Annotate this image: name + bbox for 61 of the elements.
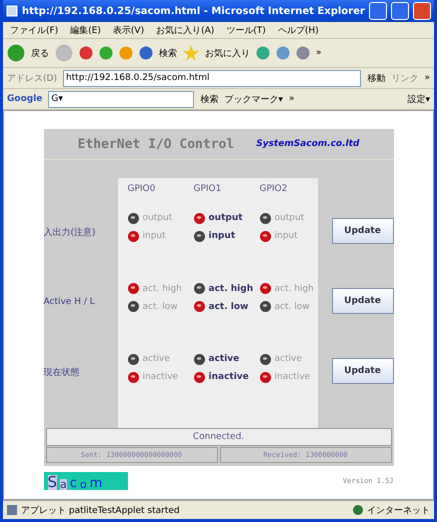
bookmarks-button[interactable]: ブックマーク▾	[224, 92, 283, 106]
google-logo: Google	[7, 94, 42, 104]
option-label: active	[208, 354, 240, 364]
option-label: input	[274, 231, 298, 241]
option-label: act. high	[208, 284, 254, 294]
more-button[interactable]: »	[288, 94, 294, 104]
option-label: input	[142, 231, 166, 241]
option-label: inactive	[142, 372, 178, 382]
row-label: Active H / L	[44, 296, 96, 309]
row-label: 入出力(注意)	[44, 226, 97, 240]
option-label: act. high	[274, 284, 314, 294]
minimize-button[interactable]	[369, 2, 387, 20]
window-title: http://192.168.0.25/sacom.html - Microsoft Internet Explorer	[22, 6, 365, 16]
connection-status: Connected.	[46, 428, 392, 446]
back-button[interactable]: 戻る	[31, 46, 49, 60]
update-button[interactable]: Update	[332, 218, 394, 244]
option-label: inactive	[208, 372, 249, 382]
go-button[interactable]: 移動	[367, 72, 386, 84]
option-label: active	[142, 354, 170, 364]
menu-item[interactable]: ファイル(F)	[7, 24, 62, 36]
column-header: GPIO2	[260, 183, 288, 196]
menu-item[interactable]: お気に入り(A)	[153, 24, 218, 36]
search-button[interactable]: 検索	[159, 46, 177, 60]
option-label: inactive	[274, 372, 310, 382]
column-header: GPIO1	[194, 183, 222, 196]
option-label: output	[142, 213, 172, 223]
sacom-logo: S a c o m	[44, 472, 128, 490]
page-icon	[6, 5, 18, 17]
links-label[interactable]: リンク	[391, 72, 418, 84]
applet-icon	[7, 505, 17, 515]
more-button[interactable]: »	[424, 73, 430, 83]
update-button[interactable]: Update	[332, 288, 394, 314]
more-button[interactable]: »	[316, 48, 322, 58]
star-icon[interactable]	[183, 45, 199, 61]
panel-title: EtherNet I/O Control	[78, 136, 234, 152]
option-label: act. high	[142, 284, 182, 294]
maximize-button[interactable]	[391, 2, 409, 20]
row-label: 現在状態	[44, 366, 80, 380]
company-name: SystemSacom.co.ltd	[256, 139, 360, 149]
column-header: GPIO0	[128, 183, 156, 196]
google-search-field[interactable]: G▾	[48, 90, 194, 108]
address-field[interactable]: http://192.168.0.25/sacom.html	[62, 70, 362, 86]
address-label: アドレス(D)	[7, 72, 57, 84]
option-label: output	[208, 213, 243, 223]
search-button[interactable]: 検索	[200, 92, 218, 106]
option-label: input	[208, 231, 236, 241]
option-label: act. low	[142, 302, 178, 312]
close-button[interactable]	[413, 2, 431, 20]
menu-item[interactable]: ツール(T)	[223, 24, 269, 36]
option-label: active	[274, 354, 302, 364]
status-text: アプレット patliteTestApplet started	[21, 504, 181, 516]
favorites-button[interactable]: お気に入り	[205, 46, 250, 60]
zone-label: インターネット	[367, 504, 430, 516]
settings-button[interactable]: 設定▾	[407, 92, 430, 106]
menu-item[interactable]: 表示(V)	[110, 24, 148, 36]
option-label: act. low	[274, 302, 310, 312]
option-label: act. low	[208, 302, 248, 312]
option-label: output	[274, 213, 304, 223]
menu-item[interactable]: 編集(E)	[67, 24, 104, 36]
menu-item[interactable]: ヘルプ(H)	[274, 24, 322, 36]
update-button[interactable]: Update	[332, 358, 394, 384]
